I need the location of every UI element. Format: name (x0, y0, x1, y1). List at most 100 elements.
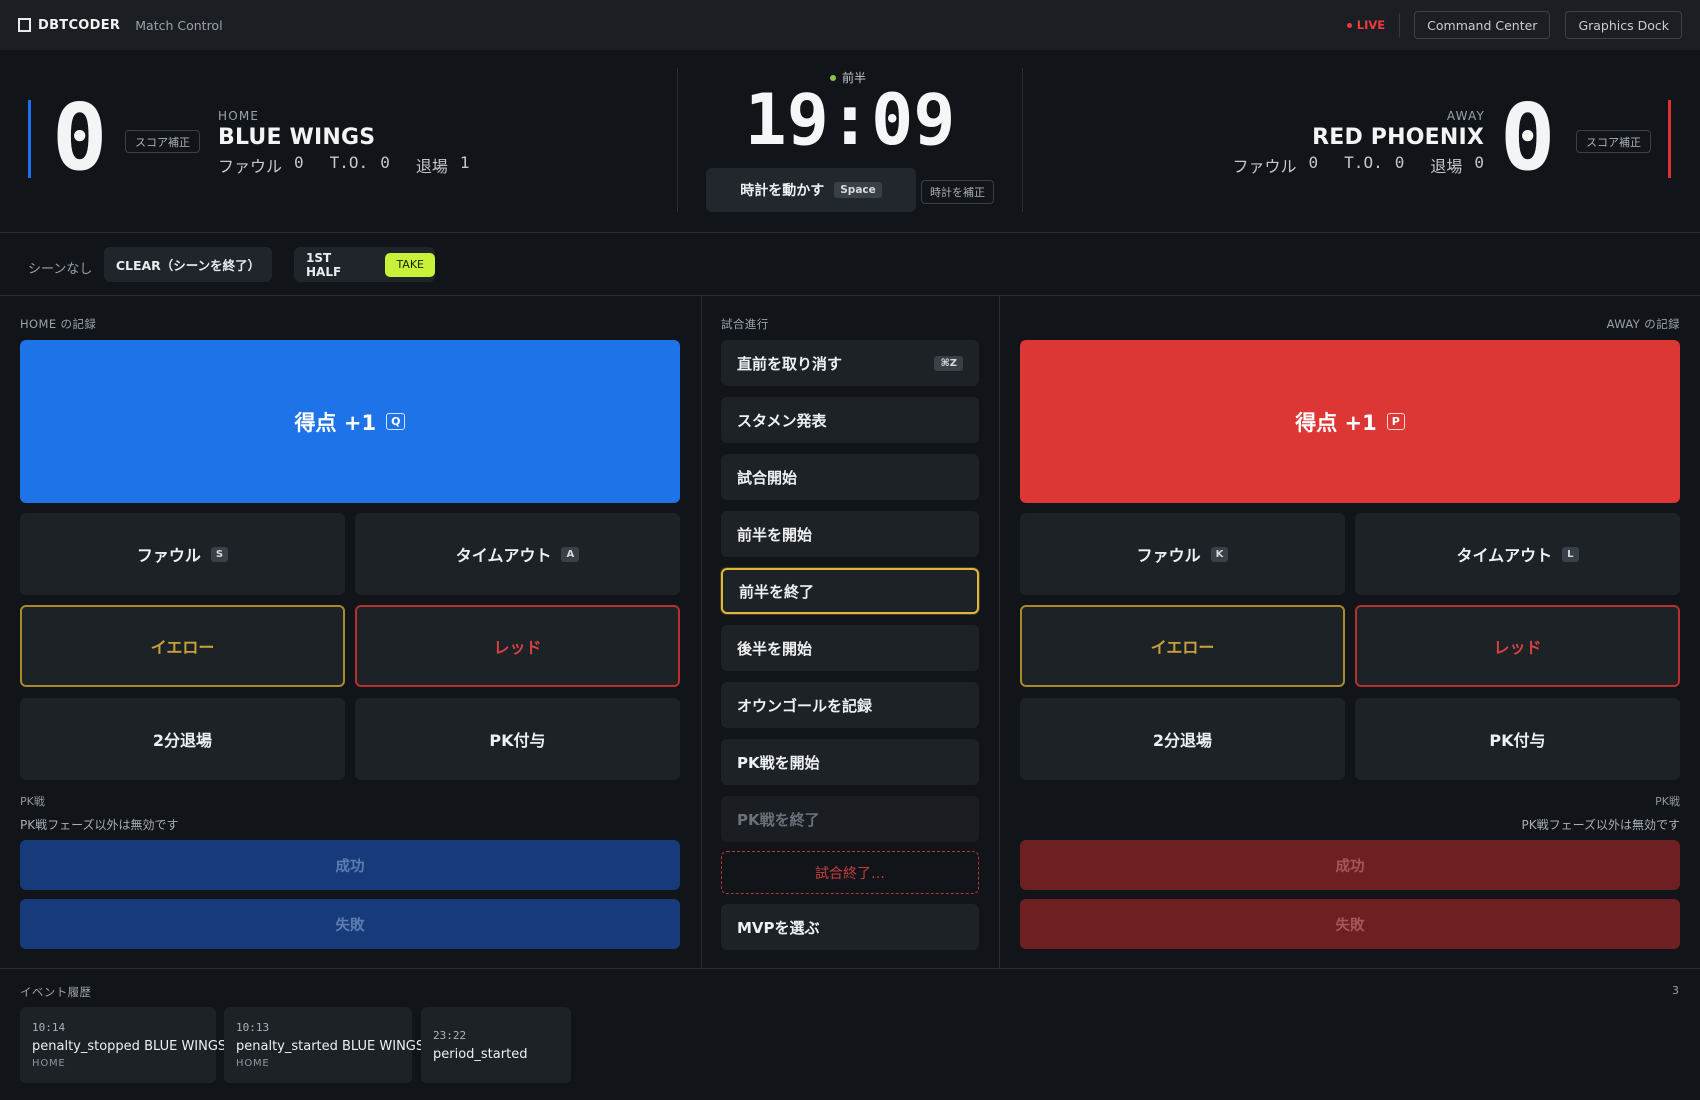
mvp-button[interactable]: MVPを選ぶ (721, 904, 979, 950)
scoreboard-divider-right (1022, 68, 1023, 212)
away-timeout-key-hint: L (1562, 546, 1579, 562)
graphics-dock-button[interactable]: Graphics Dock (1565, 11, 1682, 39)
away-pk-note: PK戦フェーズ以外は無効です (1521, 818, 1680, 832)
home-pk-success-button[interactable]: 成功 (20, 840, 680, 890)
away-panel-title: AWAY の記録 (1606, 317, 1680, 331)
start-match-button[interactable]: 試合開始 (721, 454, 979, 500)
home-goal-key-hint: Q (386, 413, 406, 430)
undo-label: 直前を取り消す (737, 354, 843, 373)
end-pk-button[interactable]: PK戦を終了 (721, 796, 979, 842)
home-red-card-button[interactable]: レッド (355, 605, 680, 687)
home-to-value: 0 (380, 153, 390, 172)
live-dot-icon (1346, 22, 1352, 28)
top-bar: DBTCODER Match Control LIVE Command Cent… (0, 0, 1700, 50)
column-divider-right (999, 296, 1000, 968)
away-pk-award-button[interactable]: PK付与 (1355, 698, 1680, 780)
scoreboard-divider-left (677, 68, 678, 212)
home-pk-fail-button[interactable]: 失敗 (20, 899, 680, 949)
start-pk-button[interactable]: PK戦を開始 (721, 739, 979, 785)
end-match-button[interactable]: 試合終了… (721, 851, 979, 894)
home-timeout-button-label: タイムアウト (455, 546, 552, 565)
home-yellow-card-button[interactable]: イエロー (20, 605, 345, 687)
away-two-minute-button[interactable]: 2分退場 (1020, 698, 1345, 780)
away-goal-button[interactable]: 得点 +1 P (1020, 340, 1680, 503)
home-timeout-key-hint: A (561, 546, 580, 562)
event-item[interactable]: 10:14 penalty_stopped BLUE WINGS HOME (20, 1007, 226, 1083)
away-ejection-label: 退場 (1430, 157, 1463, 176)
home-timeout-button[interactable]: タイムアウト A (355, 513, 680, 595)
home-ejection-value: 1 (459, 153, 470, 172)
lineup-button[interactable]: スタメン発表 (721, 397, 979, 443)
home-team-name: BLUE WINGS (218, 125, 376, 150)
event-count: 3 (1672, 984, 1679, 997)
event-side: HOME (236, 1058, 270, 1069)
home-pk-award-button[interactable]: PK付与 (355, 698, 680, 780)
away-goal-key-hint: P (1386, 413, 1405, 430)
scene-card-name: 1ST HALF (306, 250, 342, 279)
clock-fix-button[interactable]: 時計を補正 (921, 180, 994, 204)
scene-status: シーンなし (28, 262, 93, 277)
game-clock: 19:09 (744, 79, 956, 161)
home-pk-note: PK戦フェーズ以外は無効です (20, 818, 179, 832)
progress-panel-title: 試合進行 (721, 317, 769, 331)
event-side: HOME (32, 1058, 66, 1069)
away-ejection-value: 0 (1474, 153, 1484, 172)
start-second-half-button[interactable]: 後半を開始 (721, 625, 979, 671)
home-score-fix-button[interactable]: スコア補正 (125, 130, 200, 153)
column-divider-left (701, 296, 702, 968)
away-pk-success-button[interactable]: 成功 (1020, 840, 1680, 890)
event-history-title: イベント履歴 (20, 985, 92, 999)
event-time: 10:14 (32, 1021, 66, 1034)
event-time: 23:22 (433, 1028, 467, 1042)
run-clock-button[interactable]: 時計を動かす Space (706, 168, 916, 212)
away-foul-value: 0 (1308, 153, 1319, 172)
away-goal-label: 得点 +1 (1295, 410, 1377, 435)
away-foul-button[interactable]: ファウル K (1020, 513, 1345, 595)
start-first-half-button[interactable]: 前半を開始 (721, 511, 979, 557)
home-pk-title: PK戦 (20, 795, 45, 808)
away-timeout-button-label: タイムアウト (1456, 546, 1553, 565)
event-time: 10:13 (236, 1021, 270, 1034)
live-indicator: LIVE (1346, 18, 1386, 32)
live-label: LIVE (1356, 18, 1386, 32)
away-red-card-button[interactable]: レッド (1355, 605, 1680, 687)
scene-card-first-half: 1ST HALF TAKE (294, 247, 435, 282)
home-to-label: T.O. (329, 153, 369, 172)
away-timeout-button[interactable]: タイムアウト L (1355, 513, 1680, 595)
run-clock-label: 時計を動かす (740, 183, 825, 199)
away-pk-fail-button[interactable]: 失敗 (1020, 899, 1680, 949)
home-goal-label: 得点 +1 (294, 410, 377, 435)
command-center-button[interactable]: Command Center (1414, 11, 1551, 39)
event-history: イベント履歴 3 10:14 penalty_stopped BLUE WING… (0, 968, 1700, 1100)
away-to-value: 0 (1394, 153, 1405, 172)
home-panel-title: HOME の記録 (20, 317, 97, 331)
home-foul-button[interactable]: ファウル S (20, 513, 345, 595)
take-button[interactable]: TAKE (385, 252, 435, 277)
away-team-stats: ファウル 0 T.O. 0 退場 0 (1220, 153, 1484, 177)
scene-bar: シーンなし CLEAR（シーンを終了） 1ST HALF TAKE (0, 234, 1700, 296)
end-first-half-button[interactable]: 前半を終了 (721, 568, 979, 614)
own-goal-button[interactable]: オウンゴールを記録 (721, 682, 979, 728)
away-score-fix-button[interactable]: スコア補正 (1576, 130, 1651, 153)
home-foul-button-label: ファウル (136, 546, 201, 565)
scoreboard: 0 スコア補正 HOME BLUE WINGS ファウル 0 T.O. 0 退場 1 … (0, 50, 1700, 233)
away-yellow-card-button[interactable]: イエロー (1020, 605, 1345, 687)
home-side-label: HOME (218, 109, 260, 123)
undo-key-hint: ⌘Z (934, 355, 963, 371)
home-goal-button[interactable]: 得点 +1 Q (20, 340, 680, 503)
away-foul-key-hint: K (1210, 546, 1229, 562)
home-foul-key-hint: S (210, 546, 229, 562)
event-text: period_started (433, 1046, 528, 1062)
app-subtitle: Match Control (135, 17, 223, 33)
event-item[interactable]: 10:13 penalty_started BLUE WINGS HOME (224, 1007, 424, 1083)
undo-button[interactable]: 直前を取り消す ⌘Z (721, 340, 979, 386)
clear-scene-button[interactable]: CLEAR（シーンを終了） (104, 247, 272, 282)
space-key-hint: Space (834, 182, 882, 198)
home-ejection-label: 退場 (415, 157, 448, 176)
away-foul-label: ファウル (1232, 157, 1297, 176)
logo-icon (18, 18, 31, 32)
event-item[interactable]: 23:22 period_started (421, 1007, 571, 1083)
home-foul-label: ファウル (218, 157, 283, 176)
home-two-minute-button[interactable]: 2分退場 (20, 698, 345, 780)
away-pk-title: PK戦 (1655, 795, 1680, 808)
